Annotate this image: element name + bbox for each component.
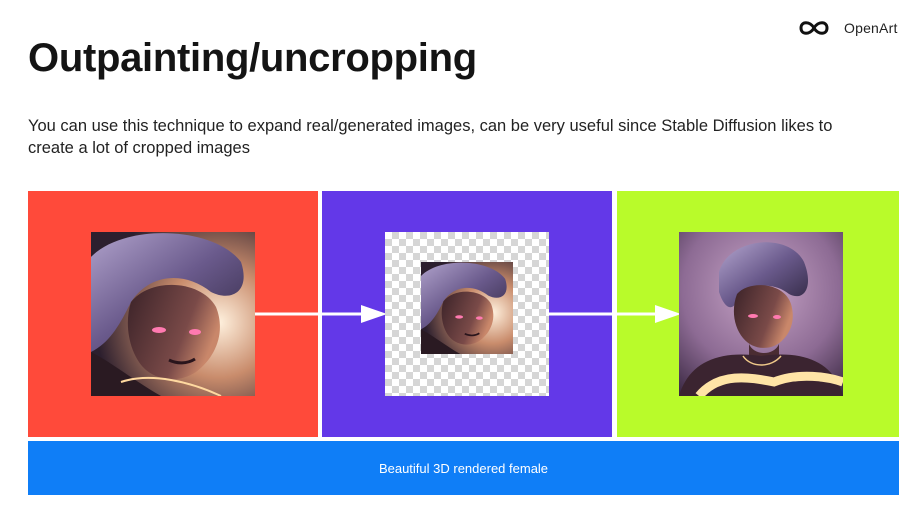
- page-title: Outpainting/uncropping: [28, 36, 477, 80]
- figure-caption: Beautiful 3D rendered female: [378, 460, 549, 476]
- brand[interactable]: OpenArt: [798, 16, 898, 40]
- shrunk-portrait-image: [421, 262, 513, 354]
- infinity-logo-icon: [799, 21, 829, 35]
- caption-bar: Beautiful 3D rendered female: [28, 441, 899, 495]
- description: You can use this technique to expand rea…: [28, 115, 899, 159]
- arrow-right-icon: [549, 304, 681, 324]
- brand-name: OpenArt: [844, 20, 898, 36]
- description-line-1: You can use this technique to expand rea…: [28, 117, 833, 135]
- description-line-2: create a lot of cropped images: [28, 139, 250, 157]
- original-portrait-image: [91, 232, 255, 396]
- outpainted-portrait-image: [679, 232, 843, 396]
- outpainting-figure: Beautiful 3D rendered female: [28, 191, 899, 495]
- arrow-right-icon: [255, 304, 387, 324]
